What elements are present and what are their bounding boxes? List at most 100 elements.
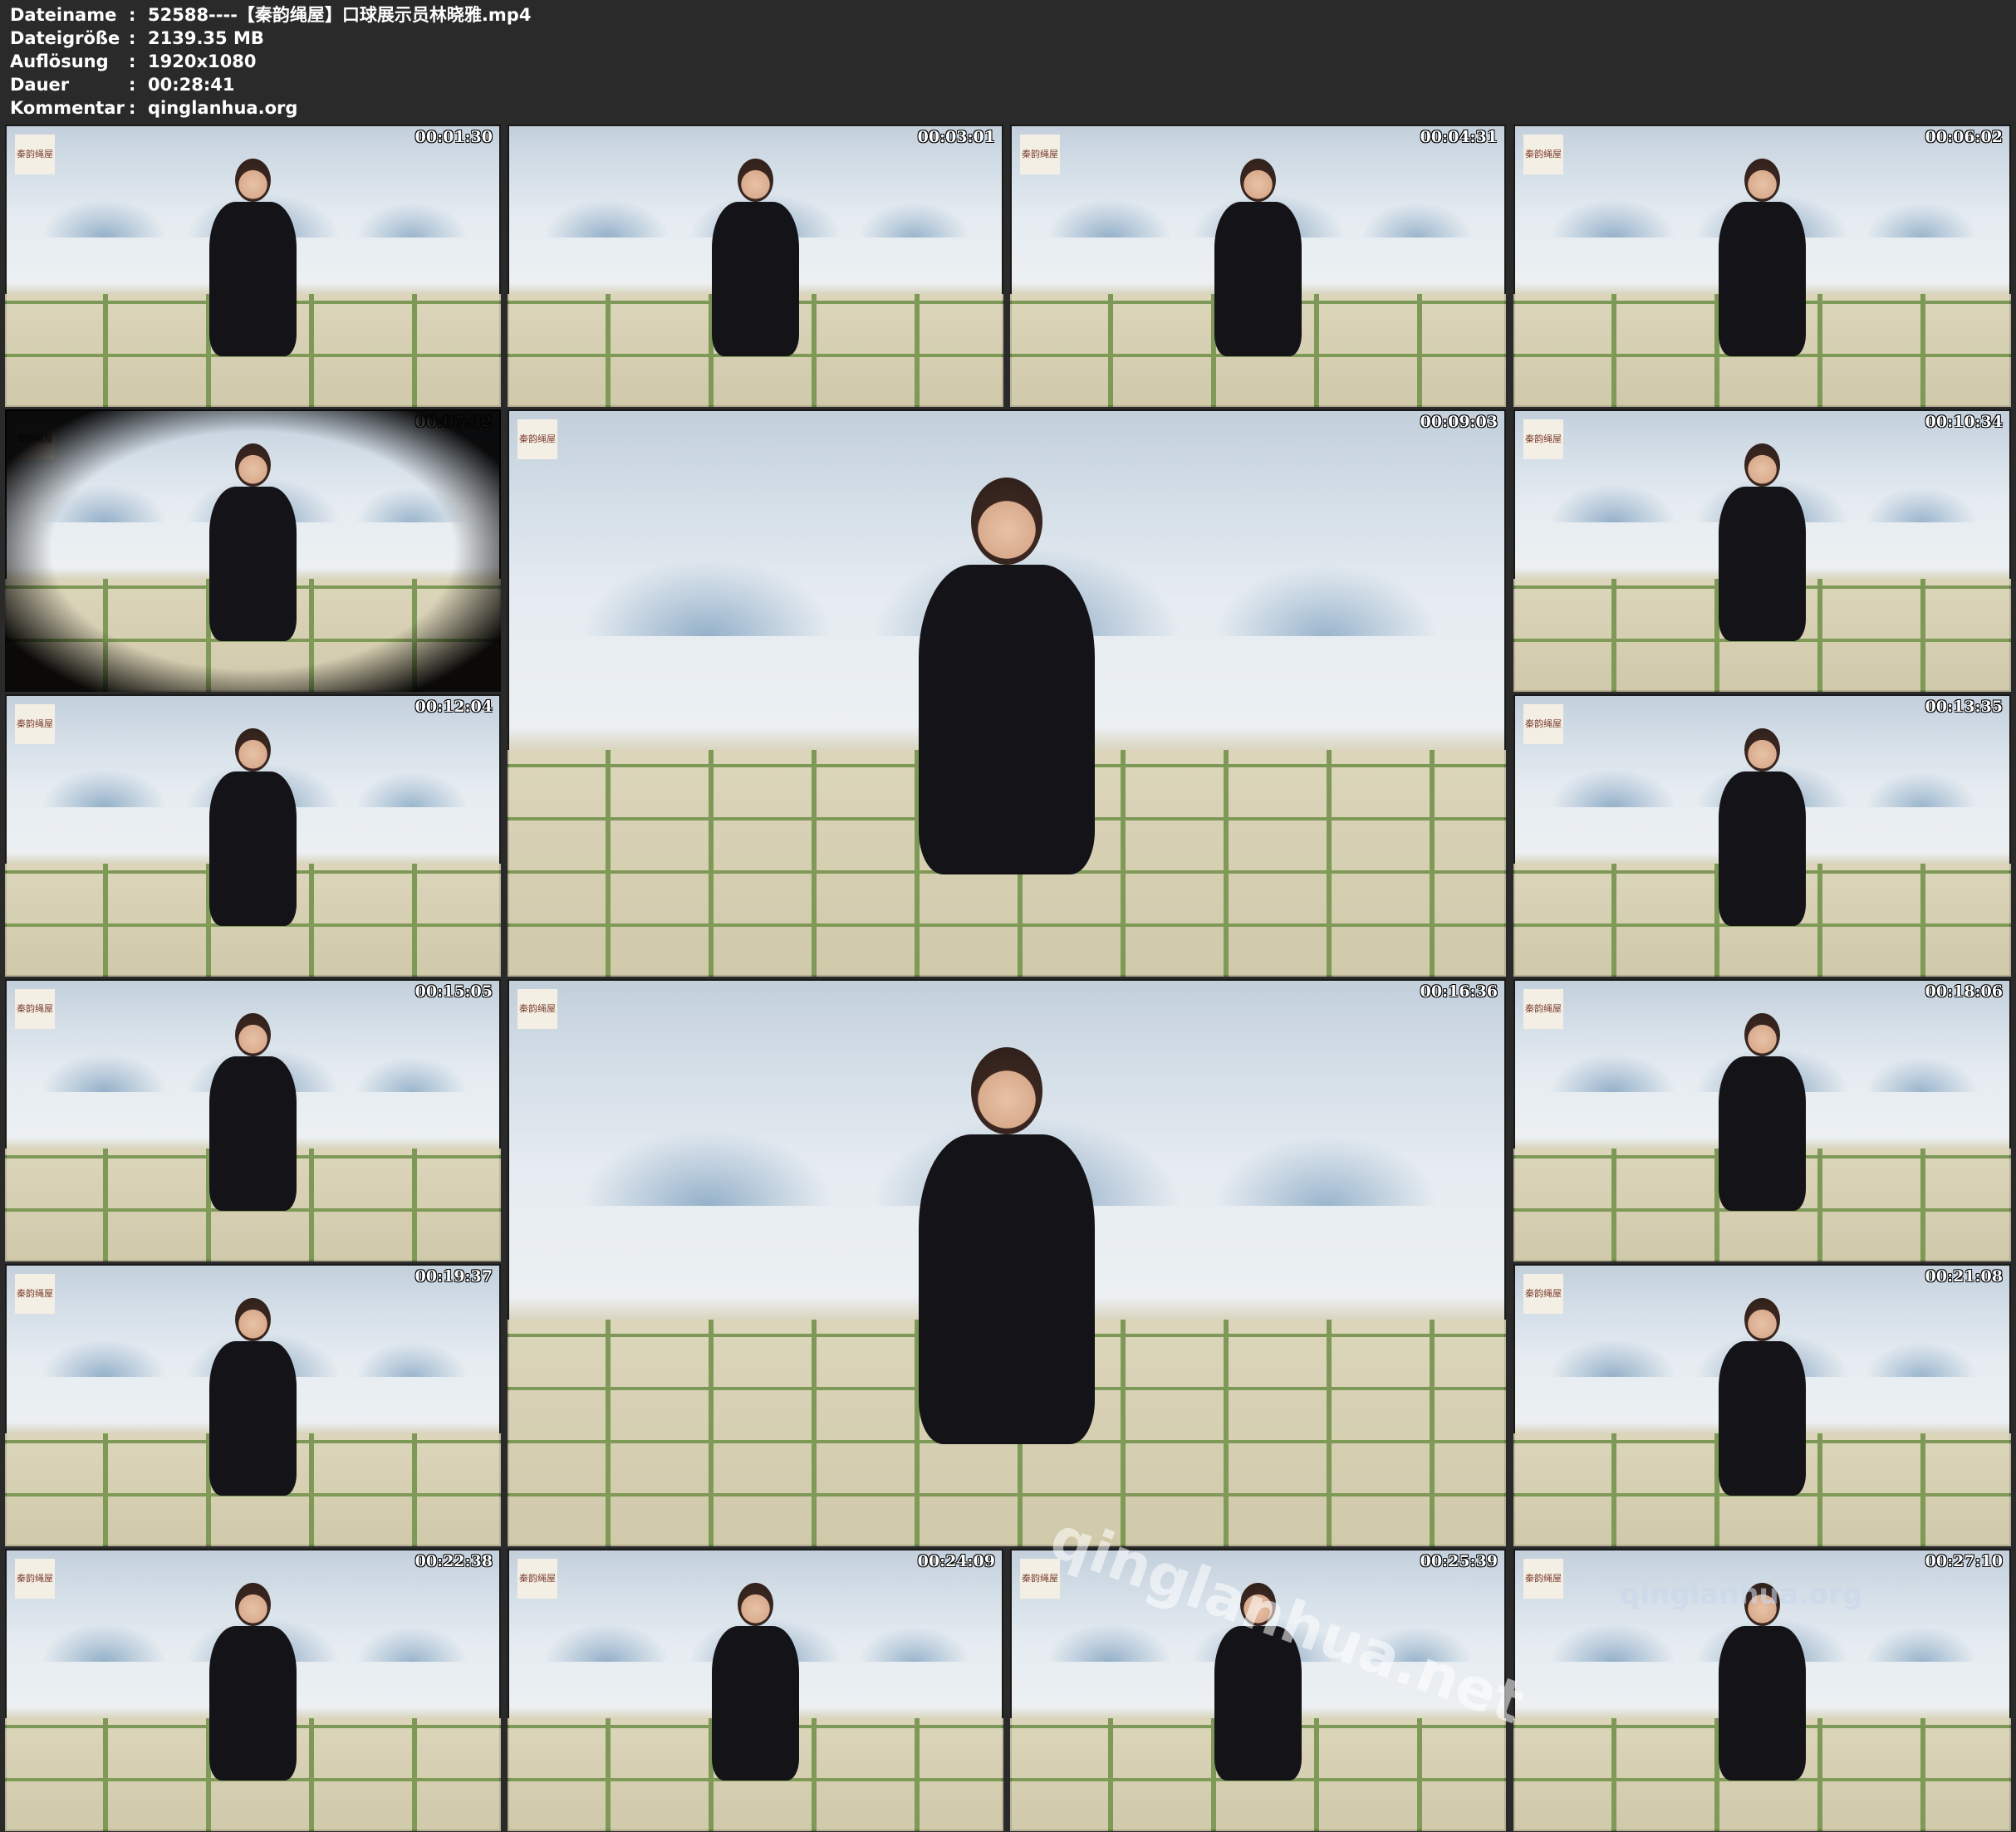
person-body xyxy=(208,202,297,356)
person-head xyxy=(1744,443,1781,487)
info-label: Dateiname xyxy=(10,5,117,25)
person-figure xyxy=(1209,1582,1307,1781)
person-body xyxy=(711,1626,800,1781)
person-body xyxy=(208,771,297,926)
video-thumbnail: 秦韵绳屋 00:18:06 xyxy=(1513,979,2011,1261)
person-body xyxy=(711,202,800,356)
video-thumbnail: 秦韵绳屋 00:15:05 xyxy=(5,979,501,1261)
thumbnail-timestamp: 00:09:03 xyxy=(1420,413,1498,431)
person-figure xyxy=(1713,1582,1812,1781)
tatami-floor xyxy=(5,579,501,692)
thumbnail-timestamp: 00:01:30 xyxy=(414,128,493,146)
person-body xyxy=(208,487,297,641)
thumbnail-grid: 秦韵绳屋 00:01:30 00:03:01 秦韵绳屋 00:04:31 秦韵绳屋 00:0… xyxy=(0,125,2016,1832)
person-head xyxy=(235,727,271,772)
person-head xyxy=(970,477,1043,566)
person-figure xyxy=(907,477,1106,875)
video-thumbnail: 秦韵绳屋 00:09:03 xyxy=(508,409,1506,977)
person-body xyxy=(208,1056,297,1211)
person-figure xyxy=(204,727,302,926)
person-figure xyxy=(1713,443,1812,641)
info-value: qinglanhua.org xyxy=(148,98,298,118)
video-thumbnail: 秦韵绳屋 00:27:10 xyxy=(1513,1549,2011,1831)
person-figure xyxy=(204,158,302,356)
video-thumbnail: 00:03:01 xyxy=(508,125,1003,407)
info-value: 00:28:41 xyxy=(148,75,235,95)
person-head xyxy=(235,1297,271,1342)
studio-logo: 秦韵绳屋 xyxy=(1020,1559,1060,1599)
thumbnail-timestamp: 00:22:38 xyxy=(414,1552,493,1570)
person-body xyxy=(1718,202,1807,356)
studio-logo: 秦韵绳屋 xyxy=(517,989,557,1029)
person-head xyxy=(1744,727,1781,772)
person-head xyxy=(235,1012,271,1057)
studio-logo: 秦韵绳屋 xyxy=(15,704,55,744)
thumbnail-timestamp: 00:19:37 xyxy=(414,1267,493,1286)
thumbnail-timestamp: 00:27:10 xyxy=(1925,1552,2003,1570)
info-separator: : xyxy=(129,51,136,71)
info-label: Dateigröße xyxy=(10,28,120,48)
thumbnail-timestamp: 00:03:01 xyxy=(917,128,995,146)
person-head xyxy=(1744,1582,1781,1627)
file-info-header: Dateiname : 52588----【秦韵绳屋】口球展示员林晓雅.mp4 … xyxy=(10,3,2004,125)
info-separator: : xyxy=(129,28,136,48)
person-figure xyxy=(1209,158,1307,356)
person-figure xyxy=(907,1046,1106,1445)
video-thumbnail: 秦韵绳屋 00:25:39 xyxy=(1010,1549,1506,1831)
studio-logo: 秦韵绳屋 xyxy=(1523,419,1563,459)
info-label: Auflösung xyxy=(10,51,109,71)
person-head xyxy=(1240,1582,1276,1627)
person-body xyxy=(1718,1626,1807,1781)
studio-logo: 秦韵绳屋 xyxy=(1020,135,1060,174)
person-head xyxy=(1744,158,1781,203)
video-thumbnail: 秦韵绳屋 00:04:31 xyxy=(1010,125,1506,407)
info-value: 52588----【秦韵绳屋】口球展示员林晓雅.mp4 xyxy=(148,5,532,25)
video-thumbnail: 秦韵绳屋 00:06:02 xyxy=(1513,125,2011,407)
video-thumbnail: 秦韵绳屋 00:07:32 xyxy=(5,409,501,692)
thumbnail-timestamp: 00:24:09 xyxy=(917,1552,995,1570)
person-body xyxy=(208,1626,297,1781)
person-figure xyxy=(1713,1012,1812,1211)
person-body xyxy=(1718,487,1807,641)
thumbnail-timestamp: 00:13:35 xyxy=(1925,698,2003,716)
person-body xyxy=(1718,1056,1807,1211)
person-head xyxy=(235,158,271,203)
video-thumbnail: 秦韵绳屋 00:13:35 xyxy=(1513,694,2011,977)
person-body xyxy=(208,1341,297,1496)
thumbnail-timestamp: 00:10:34 xyxy=(1925,413,2003,431)
info-separator: : xyxy=(129,98,136,118)
person-figure xyxy=(204,1012,302,1211)
thumbnail-timestamp: 00:15:05 xyxy=(414,982,493,1001)
person-head xyxy=(235,443,271,487)
studio-logo: 秦韵绳屋 xyxy=(1523,1274,1563,1314)
person-figure xyxy=(706,158,805,356)
video-thumbnail: 秦韵绳屋 00:16:36 xyxy=(508,979,1506,1546)
video-thumbnail: 秦韵绳屋 00:10:34 xyxy=(1513,409,2011,692)
person-body xyxy=(1214,202,1302,356)
studio-logo: 秦韵绳屋 xyxy=(15,1559,55,1599)
person-head xyxy=(1744,1297,1781,1342)
person-body xyxy=(1718,771,1807,926)
thumbnail-timestamp: 00:25:39 xyxy=(1420,1552,1498,1570)
studio-logo: 秦韵绳屋 xyxy=(15,419,55,459)
mountain-backdrop xyxy=(5,432,501,522)
studio-logo: 秦韵绳屋 xyxy=(517,1559,557,1599)
studio-logo: 秦韵绳屋 xyxy=(1523,704,1563,744)
person-head xyxy=(1744,1012,1781,1057)
thumbnail-timestamp: 00:12:04 xyxy=(414,698,493,716)
person-body xyxy=(919,565,1095,875)
thumbnail-timestamp: 00:07:32 xyxy=(414,413,493,431)
studio-logo: 秦韵绳屋 xyxy=(1523,1559,1563,1599)
thumbnail-timestamp: 00:06:02 xyxy=(1925,128,2003,146)
person-body xyxy=(1718,1341,1807,1496)
thumbnail-timestamp: 00:21:08 xyxy=(1925,1267,2003,1286)
video-thumbnail: 秦韵绳屋 00:12:04 xyxy=(5,694,501,977)
info-value: 1920x1080 xyxy=(148,51,257,71)
person-body xyxy=(1214,1626,1302,1781)
studio-logo: 秦韵绳屋 xyxy=(517,419,557,459)
video-thumbnail: 秦韵绳屋 00:21:08 xyxy=(1513,1264,2011,1546)
info-separator: : xyxy=(129,75,136,95)
person-figure xyxy=(706,1582,805,1781)
video-thumbnail: 秦韵绳屋 00:19:37 xyxy=(5,1264,501,1546)
info-label: Kommentar xyxy=(10,98,125,118)
